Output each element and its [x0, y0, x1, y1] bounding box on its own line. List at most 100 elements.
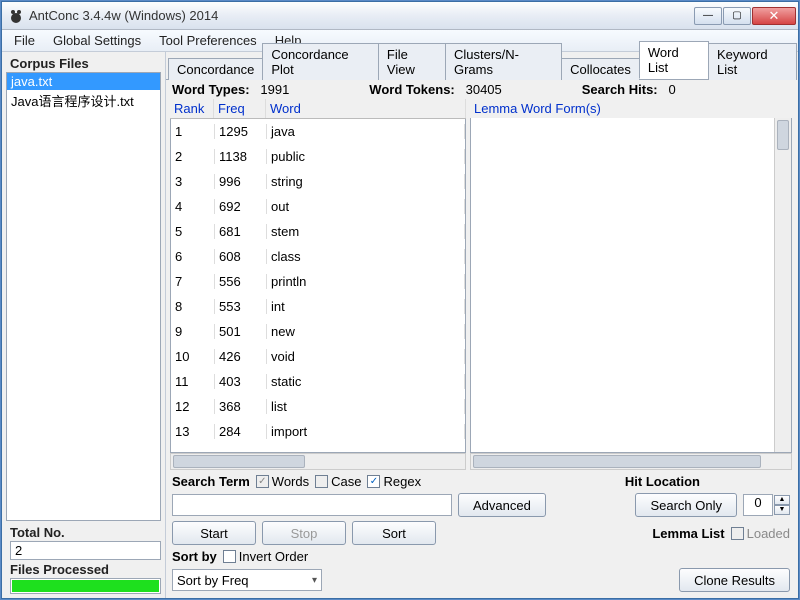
cell-word: int: [267, 299, 465, 314]
regex-checkbox[interactable]: ✓Regex: [367, 474, 421, 489]
cell-word: static: [267, 374, 465, 389]
hit-location-value[interactable]: 0: [743, 494, 773, 516]
search-term-input[interactable]: [172, 494, 452, 516]
hit-location-spinner[interactable]: 0 ▲▼: [743, 494, 790, 516]
table-row[interactable]: 11403static: [171, 369, 465, 394]
tab-keyword-list[interactable]: Keyword List: [708, 43, 797, 80]
menu-tool-preferences[interactable]: Tool Preferences: [151, 31, 265, 50]
case-label: Case: [331, 474, 361, 489]
table-row[interactable]: 3996string: [171, 169, 465, 194]
cell-word: java: [267, 124, 465, 139]
table-row[interactable]: 12368list: [171, 394, 465, 419]
sort-button[interactable]: Sort: [352, 521, 436, 545]
maximize-button[interactable]: ▢: [723, 7, 751, 25]
table-row[interactable]: 10426void: [171, 344, 465, 369]
window-buttons: — ▢ ✕: [694, 7, 796, 25]
spinner-down-icon[interactable]: ▼: [774, 505, 790, 515]
right-pane: Concordance Concordance Plot File View C…: [166, 52, 798, 598]
app-window: AntConc 3.4.4w (Windows) 2014 — ▢ ✕ File…: [1, 1, 799, 599]
hscroll-lemma[interactable]: [470, 453, 792, 470]
table-row[interactable]: 13284import: [171, 419, 465, 444]
advanced-button[interactable]: Advanced: [458, 493, 546, 517]
table-body[interactable]: 11295java21138public3996string4692out568…: [170, 119, 466, 453]
table-row[interactable]: 4692out: [171, 194, 465, 219]
table-row[interactable]: 5681stem: [171, 219, 465, 244]
vertical-scrollbar[interactable]: [774, 118, 791, 452]
words-label: Words: [272, 474, 309, 489]
cell-freq: 692: [215, 199, 267, 214]
table-row[interactable]: 9501new: [171, 319, 465, 344]
cell-freq: 403: [215, 374, 267, 389]
cell-word: list: [267, 399, 465, 414]
close-button[interactable]: ✕: [752, 7, 796, 25]
table-row[interactable]: 7556println: [171, 269, 465, 294]
loaded-label: Loaded: [747, 526, 790, 541]
word-tokens-value: 30405: [466, 82, 502, 97]
word-types-value: 1991: [260, 82, 289, 97]
invert-order-checkbox[interactable]: Invert Order: [223, 549, 308, 564]
corpus-file-list[interactable]: java.txt Java语言程序设计.txt: [6, 72, 161, 521]
minimize-button[interactable]: —: [694, 7, 722, 25]
cell-freq: 681: [215, 224, 267, 239]
cell-freq: 1295: [215, 124, 267, 139]
total-no-value: 2: [10, 541, 161, 560]
lemma-panel: Lemma Word Form(s): [470, 99, 792, 453]
search-only-button[interactable]: Search Only: [635, 493, 737, 517]
titlebar: AntConc 3.4.4w (Windows) 2014 — ▢ ✕: [2, 2, 798, 30]
table-row[interactable]: 11295java: [171, 119, 465, 144]
menu-file[interactable]: File: [6, 31, 43, 50]
left-pane: Corpus Files java.txt Java语言程序设计.txt Tot…: [2, 52, 166, 598]
table-row[interactable]: 6608class: [171, 244, 465, 269]
regex-label: Regex: [383, 474, 421, 489]
col-rank[interactable]: Rank: [170, 99, 214, 118]
table-row[interactable]: 21138public: [171, 144, 465, 169]
word-tokens-label: Word Tokens:: [369, 82, 454, 97]
cell-freq: 426: [215, 349, 267, 364]
cell-word: println: [267, 274, 465, 289]
tab-collocates[interactable]: Collocates: [561, 58, 640, 80]
tab-concordance-plot[interactable]: Concordance Plot: [262, 43, 379, 80]
hscroll-row: [166, 453, 796, 470]
tab-word-list[interactable]: Word List: [639, 41, 709, 79]
hscroll-wordlist[interactable]: [170, 453, 466, 470]
spinner-up-icon[interactable]: ▲: [774, 495, 790, 505]
wordlist-table: Rank Freq Word 11295java21138public3996s…: [170, 99, 466, 453]
cell-rank: 11: [171, 374, 215, 389]
cell-rank: 3: [171, 174, 215, 189]
stop-button[interactable]: Stop: [262, 521, 346, 545]
tab-file-view[interactable]: File View: [378, 43, 446, 80]
word-types-label: Word Types:: [172, 82, 250, 97]
cell-rank: 9: [171, 324, 215, 339]
cell-rank: 7: [171, 274, 215, 289]
table-row[interactable]: 8553int: [171, 294, 465, 319]
files-processed-label: Files Processed: [10, 562, 159, 577]
tab-clusters-ngrams[interactable]: Clusters/N-Grams: [445, 43, 562, 80]
clone-results-button[interactable]: Clone Results: [679, 568, 790, 592]
cell-freq: 284: [215, 424, 267, 439]
app-icon: [8, 8, 24, 24]
col-freq[interactable]: Freq: [214, 99, 266, 118]
sort-by-select[interactable]: Sort by Freq: [172, 569, 322, 591]
search-hits-label: Search Hits:: [582, 82, 658, 97]
sort-by-value: Sort by Freq: [177, 573, 249, 588]
cell-rank: 4: [171, 199, 215, 214]
cell-word: class: [267, 249, 465, 264]
lemma-body[interactable]: [470, 118, 792, 453]
col-word[interactable]: Word: [266, 99, 466, 118]
cell-rank: 1: [171, 124, 215, 139]
cell-word: public: [267, 149, 465, 164]
start-button[interactable]: Start: [172, 521, 256, 545]
case-checkbox[interactable]: Case: [315, 474, 361, 489]
menu-global-settings[interactable]: Global Settings: [45, 31, 149, 50]
tab-concordance[interactable]: Concordance: [168, 58, 263, 80]
lemma-header[interactable]: Lemma Word Form(s): [470, 99, 792, 118]
corpus-file-item[interactable]: Java语言程序设计.txt: [7, 90, 160, 111]
cell-freq: 368: [215, 399, 267, 414]
corpus-file-item[interactable]: java.txt: [7, 73, 160, 90]
cell-freq: 501: [215, 324, 267, 339]
words-checkbox[interactable]: ✓Words: [256, 474, 309, 489]
search-hits-value: 0: [668, 82, 675, 97]
hit-location-label: Hit Location: [625, 474, 700, 489]
cell-freq: 556: [215, 274, 267, 289]
search-term-label: Search Term: [172, 474, 250, 489]
